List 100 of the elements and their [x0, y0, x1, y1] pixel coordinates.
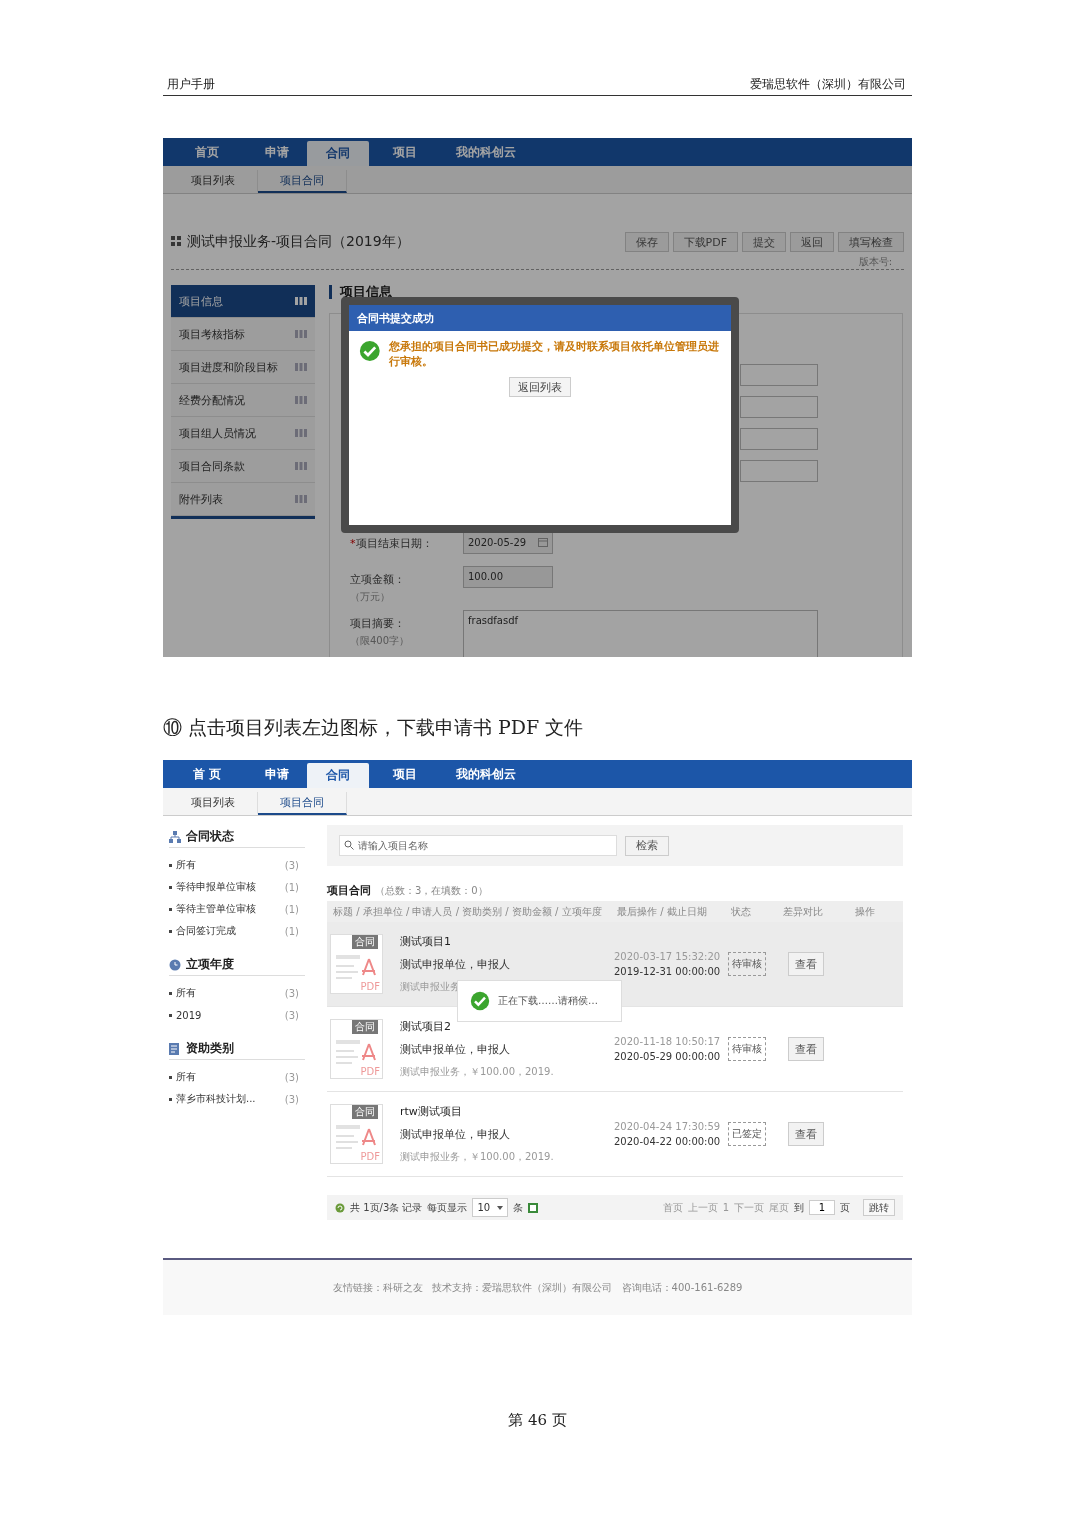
- input-field[interactable]: [740, 396, 818, 418]
- caret-icon: [497, 1205, 504, 1210]
- menu-item[interactable]: 项目信息: [171, 285, 315, 318]
- menu-item[interactable]: 项目组人员情况: [171, 417, 315, 450]
- field-label: 项目摘要：: [350, 616, 406, 631]
- menu-item[interactable]: 项目进度和阶段目标: [171, 351, 315, 384]
- menu-item[interactable]: 项目合同条款: [171, 450, 315, 483]
- toolbar-button[interactable]: 保存: [624, 232, 669, 252]
- dialog-message: 您承担的项目合同书已成功提交，请及时联系项目依托单位管理员进行审核。: [388, 339, 720, 369]
- nav-tab[interactable]: 申请: [247, 760, 307, 788]
- toast-message: 正在下载……请稍侯…: [498, 994, 598, 1008]
- bars-icon: [295, 462, 307, 470]
- footer-text: 友情链接：科研之友 技术支持：爱瑞思软件（深圳）有限公司 咨询电话：400-161-6289: [332, 1280, 743, 1295]
- field-note: （万元）: [350, 590, 391, 604]
- deadline-date: 2019-12-31 00:00:00: [614, 966, 722, 977]
- per-page-label: 每页显示: [427, 1200, 468, 1215]
- sub-tab[interactable]: 项目列表: [169, 792, 258, 815]
- toolbar-button[interactable]: 提交: [742, 232, 786, 252]
- filter-item[interactable]: 等待主管单位审核: [176, 902, 281, 916]
- dialog-title: 合同书提交成功: [349, 305, 731, 331]
- nav-tab[interactable]: 我的科创云: [441, 138, 531, 166]
- nav-tab[interactable]: 申请: [247, 138, 307, 166]
- filter-title: 立项年度: [186, 956, 234, 973]
- filter-item[interactable]: 合同签订完成: [176, 924, 281, 938]
- per-page-select[interactable]: 10: [472, 1198, 509, 1217]
- refresh-icon[interactable]: [335, 1202, 345, 1213]
- list-summary: （总数：3，在填数：0）: [375, 884, 488, 898]
- jump-button[interactable]: 跳转: [863, 1199, 895, 1216]
- file-type-label: PDF: [360, 1152, 380, 1162]
- filter-count: (1): [284, 881, 299, 893]
- sub-tab[interactable]: 项目合同: [258, 792, 347, 815]
- document-drawing: [336, 955, 376, 981]
- sub-tab[interactable]: 项目合同: [258, 170, 347, 193]
- hierarchy-icon: [169, 830, 181, 843]
- nav-tab[interactable]: 合同: [307, 141, 369, 166]
- page-input[interactable]: 1: [809, 1200, 835, 1215]
- column-header: 状态: [731, 904, 752, 919]
- nav-tab[interactable]: 项目: [369, 138, 441, 166]
- column-header: 操作: [855, 904, 876, 919]
- search-button[interactable]: 检索: [625, 835, 669, 856]
- column-header: 标题 / 承担单位 / 申请人员 / 资助类别 / 资助金额 / 立项年度: [333, 904, 603, 919]
- input-field[interactable]: [740, 364, 818, 386]
- filter-count: (1): [284, 925, 299, 937]
- bullet-icon: [169, 991, 172, 995]
- check-icon: [470, 991, 490, 1011]
- view-button[interactable]: 查看: [788, 952, 824, 976]
- input-field[interactable]: [740, 460, 818, 482]
- deadline-date: 2020-05-29 00:00:00: [614, 1051, 722, 1062]
- view-button[interactable]: 查看: [788, 1122, 824, 1146]
- menu-item[interactable]: 附件列表: [171, 483, 315, 516]
- per-page-unit: 条: [513, 1200, 524, 1215]
- check-icon: [359, 339, 381, 363]
- toolbar-button[interactable]: 填写检查: [838, 232, 904, 252]
- filter-count: (1): [284, 903, 299, 915]
- company-name: 爱瑞思软件（深圳）有限公司: [750, 76, 906, 93]
- goto-label: 到: [794, 1200, 804, 1215]
- page-unit: 页: [840, 1200, 850, 1215]
- filter-item[interactable]: 2019: [176, 1009, 281, 1021]
- nav-tab[interactable]: 首页: [167, 138, 247, 166]
- bullet-icon: [169, 1075, 172, 1079]
- field-note: （限400字）: [350, 634, 411, 648]
- project-title: 测试项目2: [400, 1019, 452, 1034]
- field-label: 立项金额：: [350, 572, 406, 587]
- filter-item[interactable]: 所有: [176, 986, 281, 1000]
- filter-item[interactable]: 等待申报单位审核: [176, 880, 281, 894]
- bars-icon: [295, 495, 307, 503]
- toolbar-button[interactable]: 返回: [790, 232, 834, 252]
- text-area[interactable]: frasdfasdf: [463, 610, 818, 657]
- filter-item[interactable]: 萍乡市科技计划...: [176, 1092, 281, 1106]
- date-field[interactable]: 2020-05-29: [463, 532, 553, 554]
- sub-tab[interactable]: 项目列表: [169, 170, 258, 193]
- bullet-icon: [169, 929, 172, 933]
- menu-item[interactable]: 经费分配情况: [171, 384, 315, 417]
- menu-item[interactable]: 项目考核指标: [171, 318, 315, 351]
- bullet-icon: [169, 1097, 172, 1101]
- status-label: 待审核: [728, 952, 766, 976]
- nav-tab[interactable]: 项目: [369, 760, 441, 788]
- file-type-label: PDF: [360, 982, 380, 992]
- list-icon: [169, 1042, 181, 1055]
- filter-item[interactable]: 所有: [176, 1070, 281, 1084]
- grid-icon: [171, 236, 181, 246]
- nav-tab[interactable]: 合同: [307, 763, 369, 788]
- nav-tab[interactable]: 首 页: [167, 760, 247, 788]
- view-button[interactable]: 查看: [788, 1037, 824, 1061]
- manual-title: 用户手册: [167, 76, 215, 93]
- input-field[interactable]: [740, 428, 818, 450]
- search-field[interactable]: 请输入项目名称: [339, 835, 617, 856]
- back-button[interactable]: 返回列表: [509, 377, 571, 397]
- nav-tab[interactable]: 我的科创云: [441, 760, 531, 788]
- input-field[interactable]: 100.00: [463, 566, 553, 588]
- bars-icon: [295, 363, 307, 371]
- document-icon[interactable]: 合同 PDF: [330, 1104, 383, 1164]
- filter-count: (3): [284, 1071, 299, 1083]
- toolbar-button[interactable]: 下载PDF: [672, 232, 738, 252]
- filter-item[interactable]: 所有: [176, 858, 281, 872]
- last-action-date: 2020-04-24 17:30:59: [614, 1121, 722, 1132]
- page-number: 第 46 页: [507, 1411, 568, 1430]
- column-header: 最后操作 / 截止日期: [617, 904, 708, 919]
- document-icon[interactable]: 合同 PDF: [330, 934, 383, 994]
- document-icon[interactable]: 合同 PDF: [330, 1019, 383, 1079]
